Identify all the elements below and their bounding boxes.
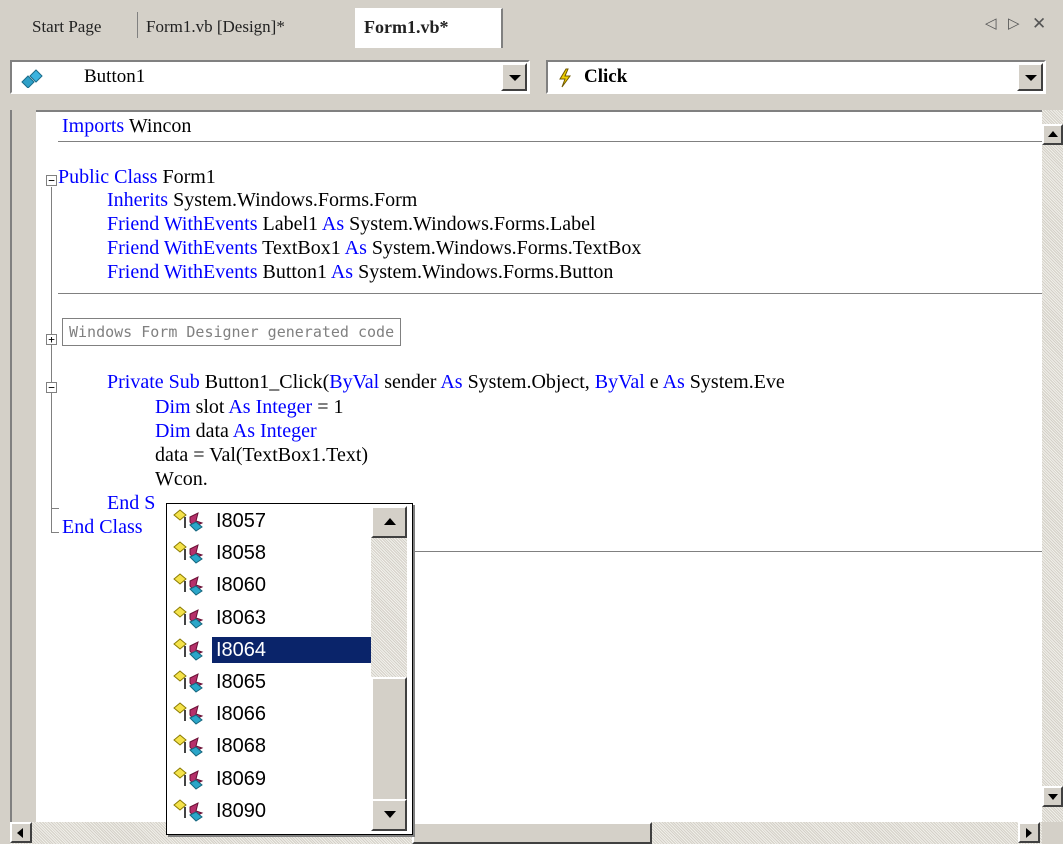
scroll-tabs-right-icon[interactable]: ▷ [1008,14,1020,32]
tab-separator [137,12,138,38]
editor-vertical-scrollbar[interactable] [1042,110,1063,822]
constant-field-icon [172,734,206,758]
intellisense-item-label: I8065 [216,671,267,693]
intellisense-item[interactable]: I8065 [170,667,375,697]
sub-outline-end [51,508,59,509]
collapse-class-icon[interactable]: − [46,175,57,186]
constant-field-icon [172,573,206,597]
scroll-up-icon[interactable] [1042,124,1063,145]
document-tab-strip: Start Page Form1.vb [Design]* Form1.vb* … [0,0,1063,50]
constant-field-icon [172,766,206,791]
intellisense-item[interactable]: I8064 [170,635,375,665]
collapse-sub-icon[interactable]: − [46,382,57,393]
class-outline-end [51,532,59,533]
code-line-field-button: Friend WithEvents Button1 As System.Wind… [107,261,614,283]
intellisense-item[interactable]: I8063 [170,603,375,633]
tab-start-page[interactable]: Start Page [32,12,101,42]
list-scroll-up-icon[interactable] [371,506,407,538]
close-tab-icon[interactable]: ✕ [1032,14,1046,34]
scroll-tabs-left-icon[interactable]: ◁ [985,14,997,32]
list-scroll-thumb[interactable] [371,677,407,801]
scroll-right-icon[interactable] [1018,822,1040,843]
class-name-combo[interactable]: Button1 [10,60,530,94]
intellisense-item-label: I8060 [216,574,267,597]
intellisense-item[interactable]: I8066 [170,699,375,729]
code-line-partial: Wcon. [155,468,208,490]
intellisense-item-label: I8063 [216,606,267,629]
code-line-end-class: End Class [62,516,143,538]
intellisense-item-label: I8058 [216,542,267,565]
class-outline-line [51,187,52,532]
collapsed-region[interactable]: Windows Form Designer generated code [62,318,402,346]
class-name-value: Button1 [84,66,146,87]
constant-field-icon [172,638,206,662]
line-separator [413,551,1042,552]
intellisense-item-label: I8069 [216,767,267,790]
code-line-imports: Imports Wincon [62,115,192,137]
intellisense-item[interactable]: I8057 [170,506,375,536]
horizontal-scroll-thumb[interactable] [412,822,652,844]
tab-form1-code[interactable]: Form1.vb* [364,12,449,42]
class-combo-dropdown-icon[interactable] [501,63,527,91]
line-separator [58,141,1042,142]
intellisense-item-label: I8057 [216,510,267,532]
intellisense-item-label: I8090 [216,799,267,822]
code-line-sub-decl: Private Sub Button1_Click(ByVal sender A… [107,371,785,393]
intellisense-scrollbar[interactable] [371,506,407,831]
method-name-value: Click [584,66,628,87]
constant-field-icon [172,799,206,823]
intellisense-item[interactable]: I8058 [170,538,375,568]
editor-horizontal-scrollbar[interactable] [10,822,1042,844]
intellisense-item[interactable]: I8090 [170,796,375,826]
intellisense-item[interactable]: I8068 [170,731,375,761]
method-combo-dropdown-icon[interactable] [1017,63,1043,91]
constant-field-icon [172,605,206,630]
intellisense-item-label: I8064 [211,635,375,664]
intellisense-item[interactable]: I8069 [170,764,375,794]
navigation-bar: Button1 Click [0,50,1063,108]
constant-field-icon [172,541,206,565]
list-scroll-down-icon[interactable] [371,799,407,831]
constant-field-icon [172,702,206,726]
constant-field-icon [172,670,206,694]
expand-region-icon[interactable]: + [46,334,57,345]
scroll-left-icon[interactable] [10,822,32,843]
intellisense-item[interactable]: I8060 [170,570,375,600]
intellisense-item-label: I8066 [216,703,267,726]
editor-margin [10,110,36,822]
line-separator [58,293,1042,294]
class-member-icon [21,69,43,88]
intellisense-item-label: I8068 [216,735,267,758]
constant-field-icon [172,509,206,533]
scroll-down-icon[interactable] [1042,786,1063,807]
tab-form1-design[interactable]: Form1.vb [Design]* [146,12,285,42]
method-name-combo[interactable]: Click [546,60,1046,94]
event-lightning-icon [559,68,571,88]
